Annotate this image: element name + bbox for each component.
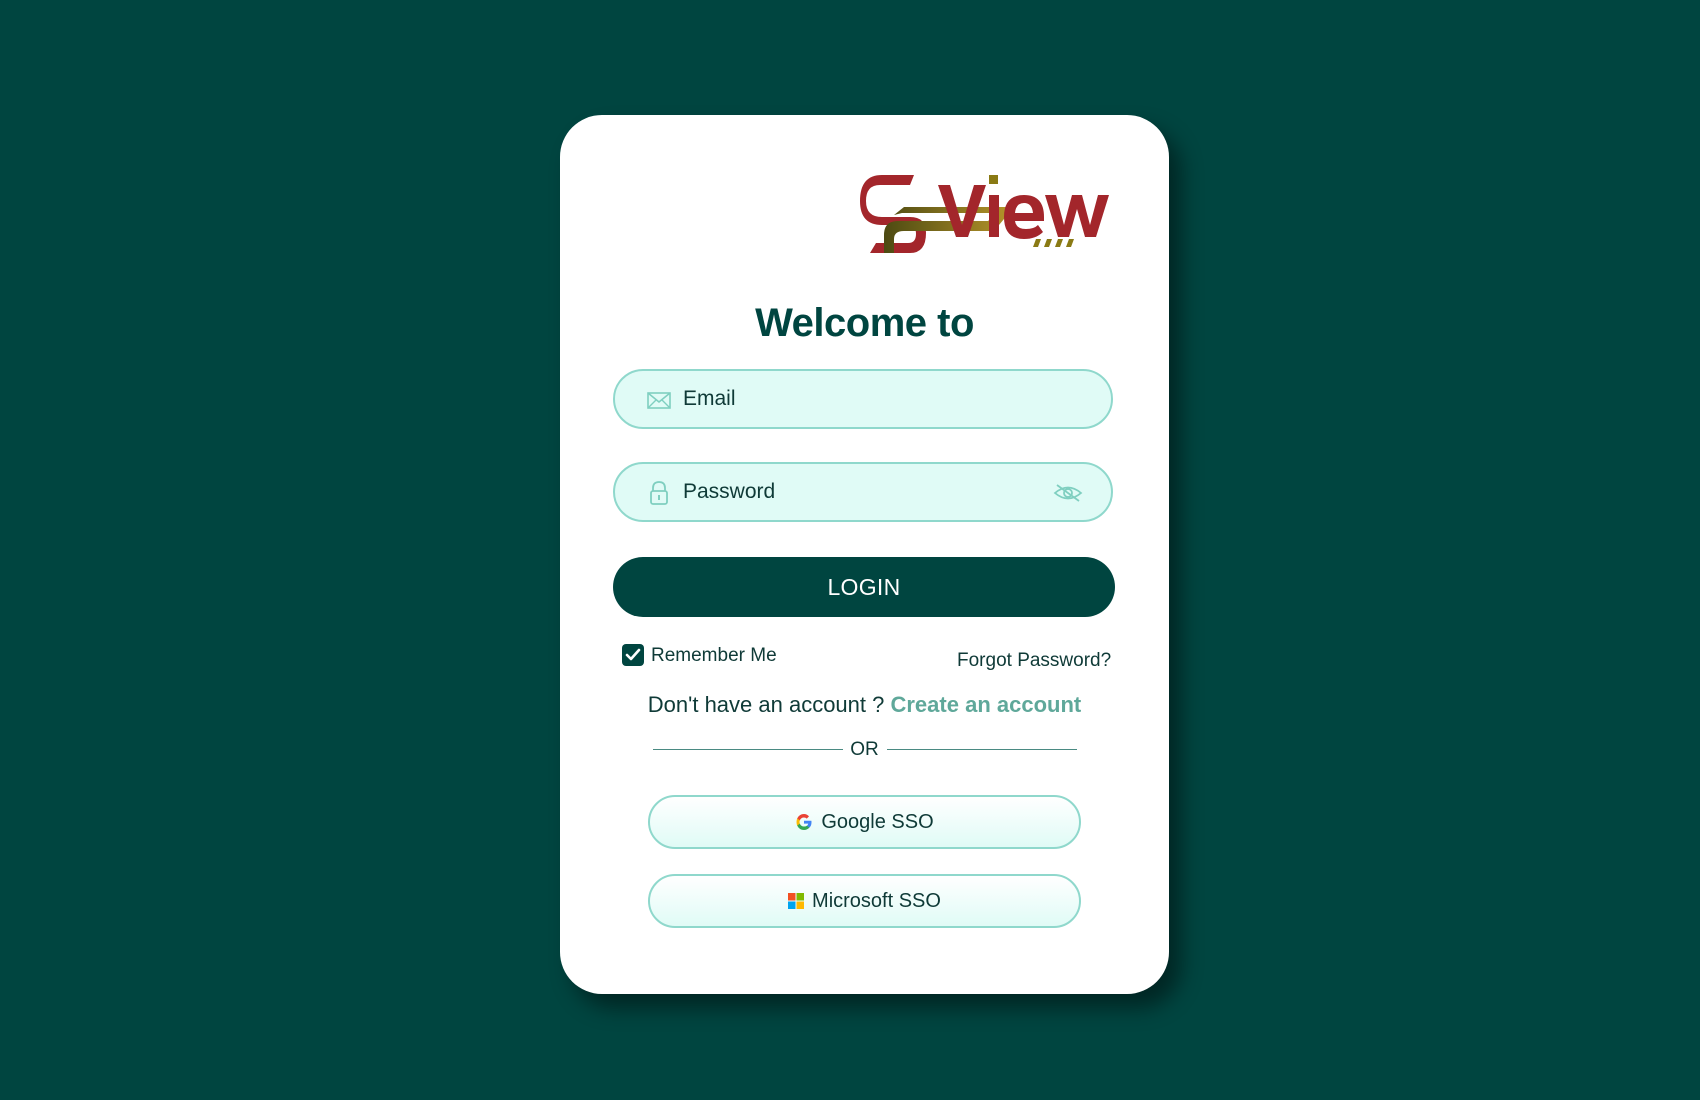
remember-me-label: Remember Me xyxy=(651,645,777,666)
microsoft-icon xyxy=(788,893,805,909)
forgot-password-link[interactable]: Forgot Password? xyxy=(957,650,1111,672)
sview-logo xyxy=(856,163,1116,271)
microsoft-sso-label: Microsoft SSO xyxy=(812,889,941,912)
checkmark-icon xyxy=(625,648,641,661)
google-sso-label: Google SSO xyxy=(821,810,934,833)
password-field[interactable]: Password xyxy=(613,462,1113,522)
logo-graphic xyxy=(860,175,1109,253)
signup-row: Don't have an account ? Create an accoun… xyxy=(560,692,1169,718)
email-field[interactable]: Email xyxy=(613,369,1113,429)
mail-icon xyxy=(647,392,671,409)
email-placeholder: Email xyxy=(683,387,736,410)
google-sso-button[interactable]: Google SSO xyxy=(648,795,1081,849)
or-divider-label: OR xyxy=(850,739,879,760)
remember-me-checkbox[interactable] xyxy=(622,644,644,666)
login-button[interactable]: LOGIN xyxy=(613,557,1115,617)
signup-prompt: Don't have an account ? xyxy=(647,692,891,717)
microsoft-sso-button[interactable]: Microsoft SSO xyxy=(648,874,1081,928)
lock-icon xyxy=(650,481,668,505)
google-icon xyxy=(796,814,812,830)
password-placeholder: Password xyxy=(683,480,776,503)
login-card: Welcome to Email Password LOGIN Remember… xyxy=(560,115,1169,994)
welcome-heading: Welcome to xyxy=(755,301,974,345)
divider-right xyxy=(887,749,1077,750)
eye-off-icon[interactable] xyxy=(1053,482,1083,504)
create-account-link[interactable]: Create an account xyxy=(890,692,1081,717)
